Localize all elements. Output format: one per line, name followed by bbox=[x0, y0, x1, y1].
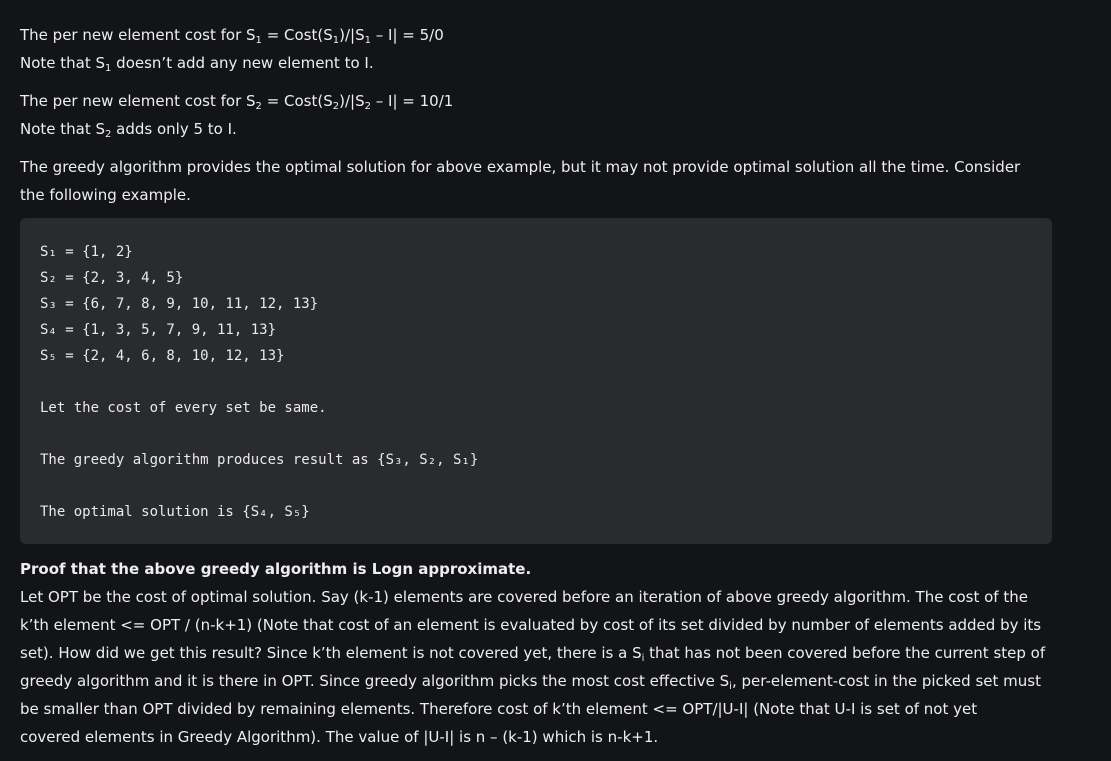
greedy-line-1: The greedy algorithm provides the optima… bbox=[20, 158, 1021, 176]
code-line: S₁ = {1, 2} bbox=[40, 244, 133, 260]
s1-note-line: Note that S1 doesn’t add any new element… bbox=[20, 54, 374, 74]
code-line: S₄ = {1, 3, 5, 7, 9, 11, 13} bbox=[40, 322, 277, 338]
code-block: S₁ = {1, 2} S₂ = {2, 3, 4, 5} S₃ = {6, 7… bbox=[20, 218, 1052, 544]
paragraph-s2-cost: The per new element cost for S2 = Cost(S… bbox=[20, 87, 1060, 143]
code-line: S₂ = {2, 3, 4, 5} bbox=[40, 270, 184, 286]
code-line: The greedy algorithm produces result as … bbox=[40, 452, 479, 468]
proof-line: Let OPT be the cost of optimal solution.… bbox=[20, 588, 1028, 606]
s2-note-line: Note that S2 adds only 5 to I. bbox=[20, 120, 237, 140]
code-line: S₃ = {6, 7, 8, 9, 10, 11, 12, 13} bbox=[40, 296, 319, 312]
s1-cost-line: The per new element cost for S1 = Cost(S… bbox=[20, 26, 444, 46]
proof-line: k’th element <= OPT / (n-k+1) (Note that… bbox=[20, 616, 1042, 634]
code-line: S₅ = {2, 4, 6, 8, 10, 12, 13} bbox=[40, 348, 285, 364]
code-line: Let the cost of every set be same. bbox=[40, 400, 327, 416]
proof-line: covered elements in Greedy Algorithm). T… bbox=[20, 728, 659, 746]
proof-line: set). How did we get this result? Since … bbox=[20, 644, 1046, 664]
code-line: The optimal solution is {S₄, S₅} bbox=[40, 504, 310, 520]
proof-heading: Proof that the above greedy algorithm is… bbox=[20, 560, 532, 578]
paragraph-s1-cost: The per new element cost for S1 = Cost(S… bbox=[20, 21, 1060, 77]
proof-line: be smaller than OPT divided by remaining… bbox=[20, 700, 978, 718]
proof-section: Proof that the above greedy algorithm is… bbox=[20, 555, 1060, 751]
greedy-line-2: the following example. bbox=[20, 186, 191, 204]
paragraph-greedy-not-optimal: The greedy algorithm provides the optima… bbox=[20, 153, 1060, 209]
proof-line: greedy algorithm and it is there in OPT.… bbox=[20, 672, 1041, 692]
s2-cost-line: The per new element cost for S2 = Cost(S… bbox=[20, 92, 454, 112]
article-page: The per new element cost for S1 = Cost(S… bbox=[0, 0, 1111, 761]
